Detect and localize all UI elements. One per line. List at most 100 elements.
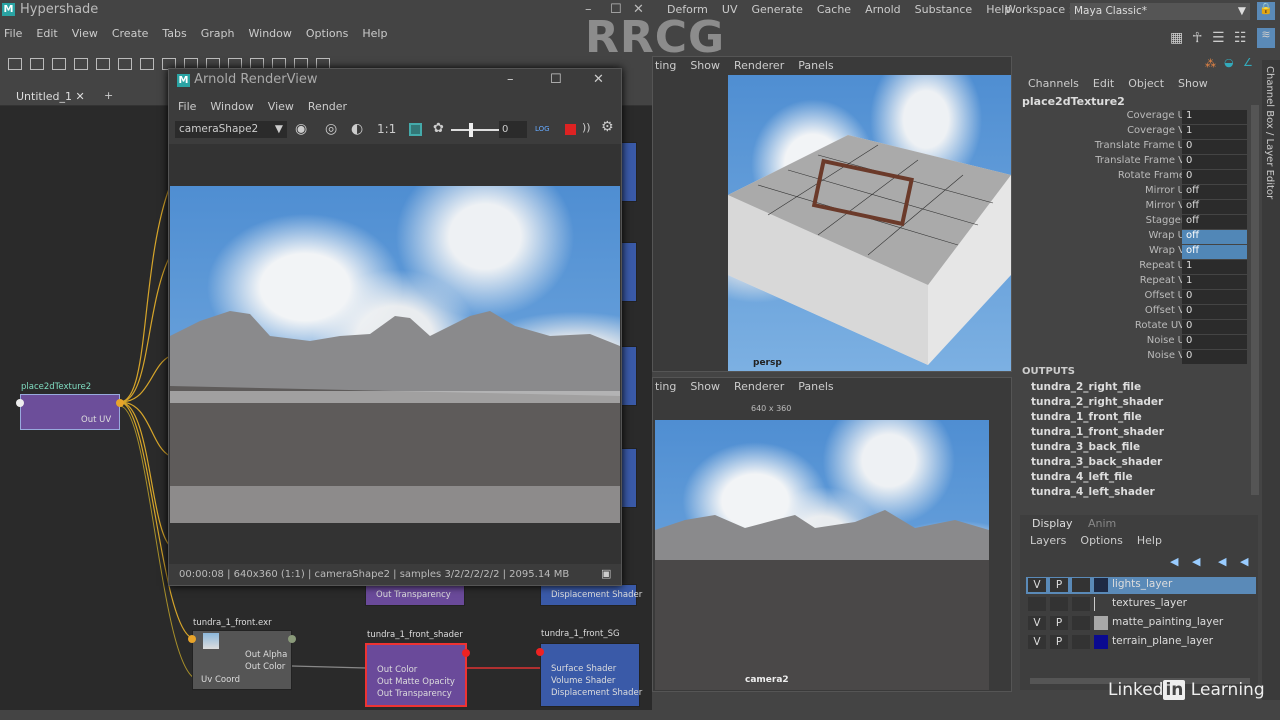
menu-tabs[interactable]: Tabs bbox=[162, 27, 186, 40]
layer-color-swatch[interactable] bbox=[1094, 616, 1108, 630]
menu-create[interactable]: Create bbox=[112, 27, 149, 40]
menu-help[interactable]: Help bbox=[362, 27, 387, 40]
attr-row[interactable]: Translate Frame V0 bbox=[1015, 155, 1247, 169]
stop-icon[interactable] bbox=[565, 124, 576, 135]
layer-row[interactable]: V Pmatte_painting_layer bbox=[1026, 615, 1256, 632]
move-layer-down-icon[interactable]: ◀ bbox=[1192, 555, 1200, 568]
visibility-toggle[interactable] bbox=[1028, 597, 1046, 611]
input-port[interactable] bbox=[188, 635, 196, 643]
attr-value[interactable]: 1 bbox=[1182, 110, 1247, 124]
workspace-select[interactable]: Maya Classic* ▼ bbox=[1070, 3, 1250, 20]
node-tundra-1-front-shader[interactable]: tundra_1_front_shader Out Color Out Matt… bbox=[365, 630, 470, 707]
menu-help[interactable]: Help bbox=[1137, 534, 1162, 547]
attr-row[interactable]: Translate Frame U0 bbox=[1015, 140, 1247, 154]
menu-lighting[interactable]: ting bbox=[655, 380, 676, 393]
close-icon[interactable]: ✕ bbox=[593, 72, 604, 87]
node-tundra-1-front-exr[interactable]: tundra_1_front.exr Out Alpha Out Color U… bbox=[188, 618, 296, 690]
attr-row[interactable]: Offset U0 bbox=[1015, 290, 1247, 304]
visibility-toggle[interactable]: V bbox=[1028, 616, 1046, 630]
menu-view[interactable]: View bbox=[268, 100, 294, 113]
layer-row[interactable]: textures_layer bbox=[1026, 596, 1256, 613]
attr-value[interactable]: 1 bbox=[1182, 275, 1247, 289]
rgb-channel-icon[interactable]: ◎ bbox=[325, 121, 337, 137]
region-icon[interactable] bbox=[409, 123, 422, 136]
snapshot-icon[interactable]: ▣ bbox=[601, 567, 611, 580]
menu-options[interactable]: Options bbox=[1080, 534, 1122, 547]
attr-row[interactable]: Coverage U1 bbox=[1015, 110, 1247, 124]
remove-from-graph-icon[interactable] bbox=[118, 58, 132, 70]
menu-view[interactable]: View bbox=[72, 27, 98, 40]
tool-settings-icon[interactable]: ☷ bbox=[1234, 30, 1247, 46]
layer-row[interactable]: V Pterrain_plane_layer bbox=[1026, 634, 1256, 651]
node-partial-sg[interactable] bbox=[620, 448, 637, 508]
node-partial-sg[interactable] bbox=[620, 142, 637, 202]
input-port[interactable] bbox=[536, 648, 544, 656]
layout-icon[interactable] bbox=[140, 58, 154, 70]
attr-value[interactable]: 0 bbox=[1182, 140, 1247, 154]
arc-icon[interactable]: ◒ bbox=[1224, 56, 1234, 69]
attr-value[interactable]: off bbox=[1182, 200, 1247, 214]
menu-cache[interactable]: Cache bbox=[817, 3, 851, 16]
node-partial-sg[interactable]: Displacement Shader bbox=[540, 584, 642, 606]
input-connections-icon[interactable] bbox=[8, 58, 22, 70]
node-tundra-1-front-sg[interactable]: tundra_1_front_SG Surface Shader Volume … bbox=[536, 629, 642, 707]
attr-row[interactable]: Wrap Uoff bbox=[1015, 230, 1247, 244]
attr-row[interactable]: Noise V0 bbox=[1015, 350, 1247, 364]
reference-toggle[interactable] bbox=[1072, 597, 1090, 611]
visibility-toggle[interactable]: V bbox=[1028, 578, 1046, 592]
tab-anim[interactable]: Anim bbox=[1088, 517, 1116, 530]
attr-value[interactable]: 1 bbox=[1182, 125, 1247, 139]
new-layer-selected-icon[interactable]: ◀ bbox=[1240, 555, 1248, 568]
layer-color-swatch[interactable] bbox=[1094, 635, 1108, 649]
layer-row[interactable]: V Plights_layer bbox=[1026, 577, 1256, 594]
menu-uv[interactable]: UV bbox=[722, 3, 738, 16]
slider-handle[interactable] bbox=[469, 123, 473, 137]
move-layer-up-icon[interactable]: ◀ bbox=[1170, 555, 1178, 568]
attr-row[interactable]: Rotate Frame 0 bbox=[1015, 170, 1247, 184]
scrollbar[interactable] bbox=[1251, 105, 1259, 495]
menu-panels[interactable]: Panels bbox=[798, 59, 833, 72]
new-layer-icon[interactable]: ◀ bbox=[1218, 555, 1226, 568]
attr-value[interactable]: off bbox=[1182, 230, 1247, 244]
close-tab-icon[interactable]: ✕ bbox=[76, 90, 85, 103]
menu-window[interactable]: Window bbox=[210, 100, 253, 113]
output-item[interactable]: tundra_1_front_file bbox=[1031, 411, 1142, 423]
menu-generate[interactable]: Generate bbox=[751, 3, 802, 16]
playback-toggle[interactable] bbox=[1050, 597, 1068, 611]
modeling-toolkit-icon[interactable]: ▦ bbox=[1170, 30, 1183, 46]
menu-arnold[interactable]: Arnold bbox=[865, 3, 901, 16]
gear-icon[interactable]: ⚙ bbox=[601, 119, 614, 135]
attr-row[interactable]: Stagger off bbox=[1015, 215, 1247, 229]
output-item[interactable]: tundra_4_left_file bbox=[1031, 471, 1133, 483]
add-tab-button[interactable]: + bbox=[104, 89, 113, 102]
menu-file[interactable]: File bbox=[4, 27, 22, 40]
playback-toggle[interactable]: P bbox=[1050, 616, 1068, 630]
output-item[interactable]: tundra_1_front_shader bbox=[1031, 426, 1164, 438]
menu-graph[interactable]: Graph bbox=[201, 27, 235, 40]
menu-window[interactable]: Window bbox=[249, 27, 292, 40]
add-to-graph-icon[interactable] bbox=[96, 58, 110, 70]
output-item[interactable]: tundra_2_right_shader bbox=[1031, 396, 1163, 408]
maximize-icon[interactable]: ☐ bbox=[550, 72, 562, 87]
playback-toggle[interactable]: P bbox=[1050, 635, 1068, 649]
attr-row[interactable]: Repeat V1 bbox=[1015, 275, 1247, 289]
node-place2dtexture2[interactable]: place2dTexture2 Out UV bbox=[16, 382, 124, 430]
reference-toggle[interactable] bbox=[1072, 635, 1090, 649]
log-button[interactable]: LOG bbox=[535, 125, 550, 133]
ipr-icon[interactable]: )) bbox=[582, 121, 591, 134]
render-icon[interactable]: ◉ bbox=[295, 121, 307, 137]
attr-value[interactable]: 0 bbox=[1182, 170, 1247, 184]
output-item[interactable]: tundra_3_back_shader bbox=[1031, 456, 1162, 468]
menu-deform[interactable]: Deform bbox=[667, 3, 708, 16]
viewport-persp[interactable]: ting Show Renderer Panels persp bbox=[652, 56, 1012, 372]
playback-toggle[interactable]: P bbox=[1050, 578, 1068, 592]
attr-row[interactable]: Rotate UV 0 bbox=[1015, 320, 1247, 334]
attr-value[interactable]: 0 bbox=[1182, 305, 1247, 319]
persp-view[interactable]: persp bbox=[728, 75, 1011, 371]
output-port[interactable] bbox=[116, 399, 124, 407]
layer-color-swatch[interactable] bbox=[1094, 597, 1108, 611]
menu-show[interactable]: Show bbox=[690, 380, 720, 393]
exposure-input[interactable]: 0 bbox=[499, 121, 527, 138]
attr-row[interactable]: Wrap Voff bbox=[1015, 245, 1247, 259]
frame-all-icon[interactable] bbox=[74, 58, 88, 70]
